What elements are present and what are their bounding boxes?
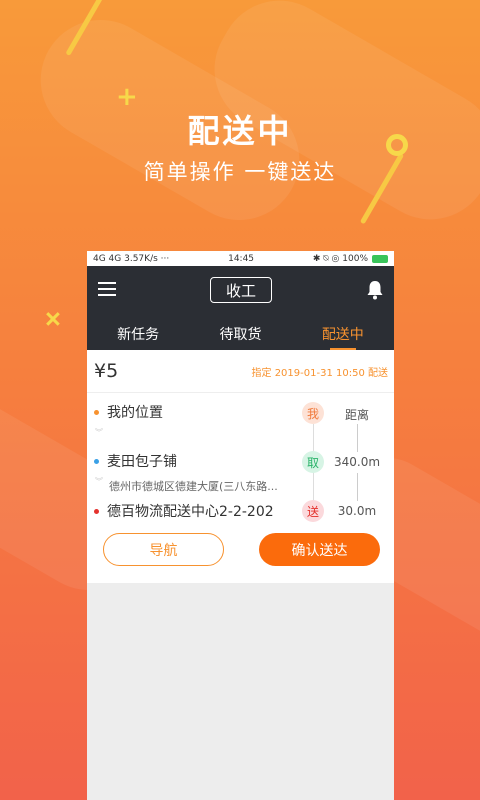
tab-bar: 新任务 待取货 配送中 [87, 320, 394, 350]
route-pickup: 麦田包子铺 [87, 451, 177, 471]
distance-line [357, 424, 358, 452]
status-time: 14:45 [228, 253, 255, 264]
distance-line [357, 473, 358, 501]
badge-dropoff: 送 [302, 500, 324, 522]
distance-to-pickup: 340.0m [333, 455, 381, 469]
chevron-down-icon: ︾ [95, 428, 103, 437]
status-bar: 4G 4G 3.57K/s ··· 14:45 ✱ ⍉ ◎ 100% [87, 251, 394, 266]
route-dropoff: 德百物流配送中心2-2-202 [87, 501, 274, 521]
badge-me: 我 [302, 402, 324, 424]
pickup-name: 麦田包子铺 [107, 454, 177, 470]
pickup-address: 德州市德城区德建大厦(三八东路... [109, 480, 278, 493]
status-icons: ✱ ⍉ ◎ 100% [312, 253, 368, 264]
order-price: ¥5 [94, 360, 119, 382]
distance-label: 距离 [344, 408, 369, 422]
hero-subtitle: 简单操作 一键送达 [143, 160, 337, 184]
tab-delivering[interactable]: 配送中 [292, 320, 394, 350]
dropoff-name: 德百物流配送中心2-2-202 [107, 504, 274, 520]
off-duty-button[interactable]: 收工 [210, 277, 272, 303]
app-header: 收工 新任务 待取货 配送中 [87, 266, 394, 350]
my-location-label: 我的位置 [107, 405, 163, 421]
pickup-dot [94, 458, 99, 464]
phone-screen: 4G 4G 3.57K/s ··· 14:45 ✱ ⍉ ◎ 100% 收工 新任… [87, 251, 394, 800]
decor-plus-icon: + [34, 300, 72, 338]
route-details: 我的位置 ︾ 麦田包子铺 ︾ 德州市德城区德建大厦(三八东路... 德百物流配送… [87, 393, 394, 527]
order-card: ¥5 指定 2019-01-31 10:50 配送 我的位置 ︾ 麦田包子铺 ︾… [87, 350, 394, 583]
navigate-button[interactable]: 导航 [103, 533, 224, 566]
hero-title: 配送中 [187, 112, 293, 150]
tab-awaiting-pickup[interactable]: 待取货 [189, 320, 291, 350]
dropoff-dot [94, 508, 99, 514]
menu-icon[interactable] [98, 282, 116, 297]
chevron-down-icon: ︾ [95, 477, 103, 486]
badge-pickup: 取 [302, 451, 324, 473]
order-deadline: 指定 2019-01-31 10:50 配送 [251, 367, 388, 379]
bell-icon[interactable] [366, 280, 384, 300]
battery-icon [372, 254, 388, 263]
status-network: 4G 4G 3.57K/s ··· [93, 253, 170, 264]
order-header: ¥5 指定 2019-01-31 10:50 配送 [87, 350, 394, 393]
route-my-location: 我的位置 [87, 402, 163, 422]
confirm-delivery-button[interactable]: 确认送达 [259, 533, 380, 566]
origin-dot [94, 409, 99, 415]
order-actions: 导航 确认送达 [87, 527, 394, 583]
tab-new-tasks[interactable]: 新任务 [87, 320, 189, 350]
distance-to-dropoff: 30.0m [337, 504, 377, 518]
